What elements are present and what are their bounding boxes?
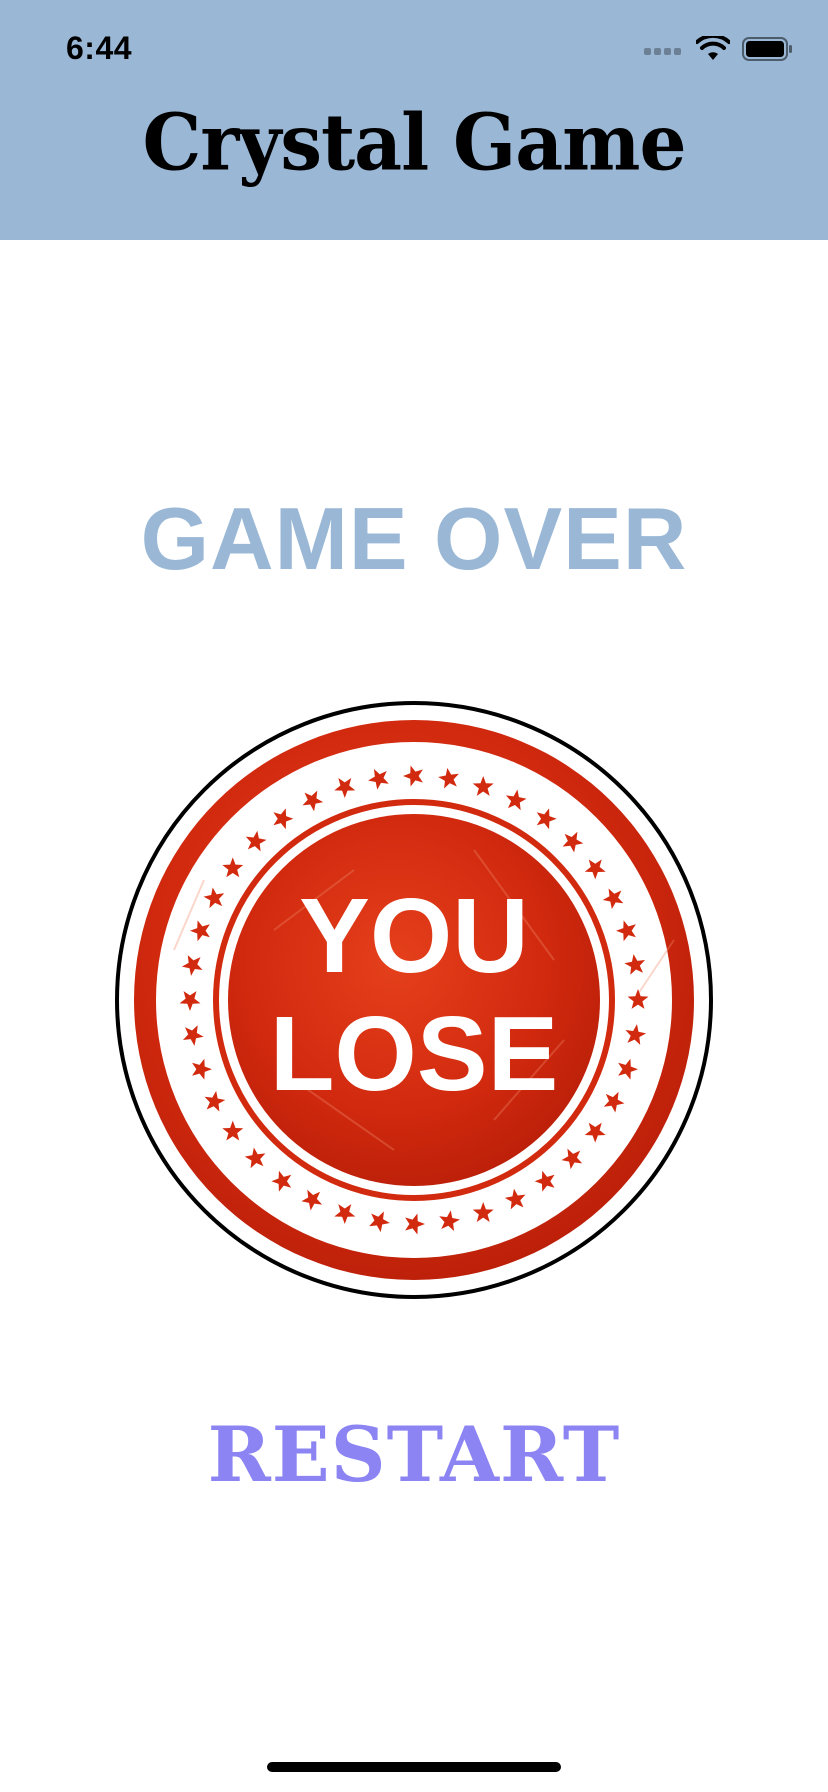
cellular-signal-icon xyxy=(644,48,681,55)
stamp-line-1: YOU xyxy=(299,877,529,995)
you-lose-stamp-image: YOU LOSE xyxy=(114,700,714,1300)
stamp-line-2: LOSE xyxy=(270,995,559,1113)
app-title: Crystal Game xyxy=(142,97,686,189)
restart-button[interactable]: RESTART xyxy=(0,1410,828,1499)
wifi-icon xyxy=(696,36,730,60)
you-lose-stamp-graphic: YOU LOSE xyxy=(115,701,713,1299)
home-indicator[interactable] xyxy=(267,1762,561,1772)
header-bar: 6:44 Crystal Game xyxy=(0,0,828,240)
battery-icon xyxy=(742,37,792,61)
status-icons xyxy=(644,34,794,64)
game-over-heading: GAME OVER xyxy=(140,489,688,588)
status-time: 6:44 xyxy=(66,30,133,66)
